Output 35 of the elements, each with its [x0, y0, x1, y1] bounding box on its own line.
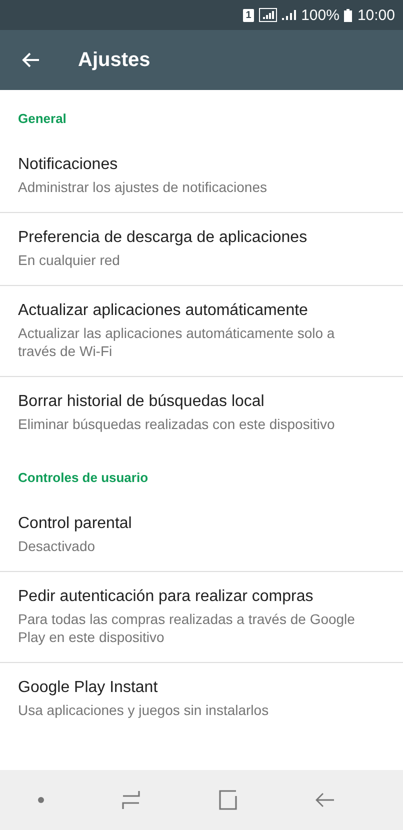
sim-icon: 1: [243, 8, 254, 22]
clock: 10:00: [357, 6, 395, 24]
signal-icon: [282, 9, 296, 21]
section-header: General: [17, 110, 68, 128]
settings-item[interactable]: Control parental Desactivado: [0, 499, 403, 572]
home-icon[interactable]: [218, 790, 238, 810]
item-subtitle: Para todas las compras realizadas a través de Google Play en este dispositivo: [18, 610, 356, 646]
battery-percent: 100%: [301, 6, 340, 24]
item-title: Borrar historial de búsquedas local: [18, 393, 266, 411]
item-title: Google Play Instant: [18, 679, 159, 697]
item-subtitle: Usa aplicaciones y juegos sin instalarlos: [18, 701, 270, 719]
item-subtitle: Actualizar las aplicaciones automáticamente solo a través de Wi-Fi: [18, 324, 336, 360]
item-subtitle: Administrar los ajustes de notificaciones: [18, 178, 268, 196]
back-icon[interactable]: [314, 792, 335, 808]
settings-item[interactable]: Preferencia de descarga de aplicaciones En cualquier red: [0, 213, 403, 286]
settings-item[interactable]: Google Play Instant Usa aplicaciones y juegos sin instalarlos: [0, 663, 403, 735]
screen-title: Ajustes: [78, 48, 150, 72]
item-title: Notificaciones: [18, 156, 119, 174]
item-subtitle: En cualquier red: [18, 251, 121, 269]
settings-item[interactable]: Notificaciones Administrar los ajustes de notificaciones: [0, 140, 403, 213]
settings-item[interactable]: Pedir autenticación para realizar compras Para todas las compras realizadas a través de Google Play en este dispositivo: [0, 572, 403, 663]
back-arrow-icon: [22, 52, 40, 68]
section-header: Controles de usuario: [17, 469, 150, 487]
battery-icon: [344, 8, 352, 22]
item-subtitle: Desactivado: [18, 537, 96, 555]
signal-icon: [259, 8, 278, 22]
item-title: Control parental: [18, 515, 133, 533]
item-title: Pedir autenticación para realizar compras: [18, 588, 314, 606]
dot-icon[interactable]: [38, 797, 44, 803]
item-title: Preferencia de descarga de aplicaciones: [18, 229, 308, 247]
item-subtitle: Eliminar búsquedas realizadas con este dispositivo: [18, 415, 336, 433]
settings-item[interactable]: Actualizar aplicaciones automáticamente Actualizar las aplicaciones automáticamente solo a través de Wi-Fi: [0, 286, 403, 377]
recent-apps-icon[interactable]: [121, 790, 142, 810]
settings-item[interactable]: Borrar historial de búsquedas local Eliminar búsquedas realizadas con este dispositivo: [0, 377, 403, 449]
item-title: Actualizar aplicaciones automáticamente: [18, 302, 309, 320]
